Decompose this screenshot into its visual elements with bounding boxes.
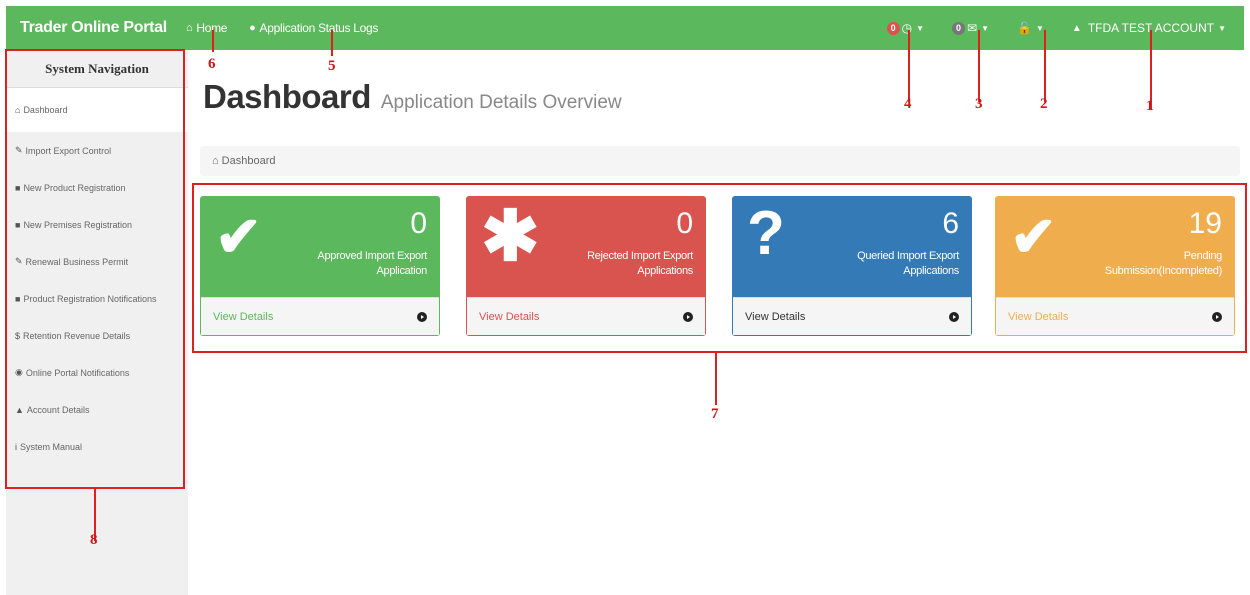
page-subtitle: Application Details Overview xyxy=(380,92,622,113)
folder-icon: ■ xyxy=(15,182,21,193)
account-name: TFDA TEST ACCOUNT xyxy=(1087,21,1215,35)
approved-label: Approved Import Export Application xyxy=(317,250,427,277)
home-icon: ⌂ xyxy=(15,105,21,115)
annotation-label-2: 2 xyxy=(1040,96,1048,112)
sidebar-item-label: Import Export Control xyxy=(25,145,112,156)
sidebar-item-label: Renewal Business Permit xyxy=(25,256,129,267)
view-details-label: View Details xyxy=(213,310,274,323)
pending-label: Pending Submission(Incompleted) xyxy=(1104,250,1223,277)
envelope-icon: ✉ xyxy=(967,21,978,35)
application-status-logs-link[interactable]: ● Application Status Logs xyxy=(249,21,378,35)
sidebar-item-dashboard[interactable]: ⌂ Dashboard xyxy=(6,88,188,132)
status-panels: ✔ 0 Approved Import Export Application V… xyxy=(200,196,1240,336)
account-dropdown[interactable]: ▲ TFDA TEST ACCOUNT ▼ xyxy=(1058,6,1244,50)
pencil-icon: ✎ xyxy=(15,256,23,266)
notifications-dropdown[interactable]: 0 ◷ ▼ xyxy=(873,6,938,50)
page-header: Dashboard Application Details Overview xyxy=(203,78,622,116)
home-link[interactable]: ⌂ Home xyxy=(186,21,227,35)
sidebar-item-label: System Manual xyxy=(20,441,83,452)
approved-panel: ✔ 0 Approved Import Export Application V… xyxy=(200,196,440,336)
arrow-circle-right-icon xyxy=(417,311,427,322)
user-icon: ▲ xyxy=(15,404,24,415)
home-icon: ⌂ xyxy=(186,22,193,34)
sidebar-item-premises-registration[interactable]: ■ New Premises Registration xyxy=(6,206,188,243)
annotation-line-7 xyxy=(715,353,717,405)
chevron-down-icon: ▼ xyxy=(981,23,990,33)
annotation-label-1: 1 xyxy=(1146,98,1154,114)
approved-count: 0 xyxy=(410,207,427,240)
sidebar-item-product-notifications[interactable]: ■ Product Registration Notifications xyxy=(6,280,188,317)
sidebar-item-label: Retention Revenue Details xyxy=(23,330,131,341)
arrow-circle-right-icon xyxy=(683,311,693,322)
folder-icon: ■ xyxy=(15,219,21,230)
user-icon: ▲ xyxy=(1071,22,1082,34)
annotation-label-3: 3 xyxy=(975,96,983,112)
sidebar-item-system-manual[interactable]: i System Manual xyxy=(6,428,188,465)
chevron-down-icon: ▼ xyxy=(916,23,925,33)
pending-count: 19 xyxy=(1188,207,1222,240)
sidebar-item-label: Product Registration Notifications xyxy=(23,293,157,304)
queried-panel: ? 6 Queried Import Export Applications V… xyxy=(732,196,972,336)
queried-count: 6 xyxy=(942,207,959,240)
sidebar-item-label: New Product Registration xyxy=(23,182,126,193)
rejected-panel: ✱ 0 Rejected Import Export Applications … xyxy=(466,196,706,336)
dollar-icon: $ xyxy=(15,330,21,341)
rejected-label: Rejected Import Export Applications xyxy=(587,250,693,277)
check-icon: ✔ xyxy=(1010,205,1057,268)
annotation-label-6: 6 xyxy=(208,56,216,72)
view-details-label: View Details xyxy=(745,310,806,323)
logs-link-label: Application Status Logs xyxy=(259,21,379,35)
sidebar-item-account-details[interactable]: ▲ Account Details xyxy=(6,391,188,428)
sidebar-item-product-registration[interactable]: ■ New Product Registration xyxy=(6,169,188,206)
sidebar-item-portal-notifications[interactable]: ◉ Online Portal Notifications xyxy=(6,354,188,391)
annotation-label-7: 7 xyxy=(711,406,719,422)
sidebar-item-label: New Premises Registration xyxy=(23,219,132,230)
arrow-circle-right-icon xyxy=(1212,311,1222,322)
messages-dropdown[interactable]: 0 ✉ ▼ xyxy=(938,6,1003,50)
annotation-label-4: 4 xyxy=(904,96,912,112)
comments-icon: ● xyxy=(249,22,256,34)
home-link-label: Home xyxy=(196,21,228,35)
breadcrumb: ⌂ Dashboard xyxy=(200,146,1240,176)
breadcrumb-item-dashboard[interactable]: Dashboard xyxy=(222,155,276,167)
check-icon: ✔ xyxy=(215,205,262,268)
sidebar: System Navigation ⌂ Dashboard ✎ Import E… xyxy=(6,50,188,595)
info-icon: i xyxy=(15,441,17,452)
queried-view-details-link[interactable]: View Details xyxy=(733,297,971,335)
brand-title[interactable]: Trader Online Portal xyxy=(6,19,186,37)
sidebar-item-label: Account Details xyxy=(26,404,90,415)
annotation-label-5: 5 xyxy=(328,58,336,74)
pencil-icon: ✎ xyxy=(15,145,23,155)
sidebar-item-label: Online Portal Notifications xyxy=(25,367,130,378)
chevron-down-icon: ▼ xyxy=(1218,23,1226,33)
chevron-down-icon: ▼ xyxy=(1036,23,1044,33)
sidebar-item-label: Dashboard xyxy=(23,105,68,115)
sidebar-item-retention-revenue[interactable]: $ Retention Revenue Details xyxy=(6,317,188,354)
sidebar-item-renewal-permit[interactable]: ✎ Renewal Business Permit xyxy=(6,243,188,280)
queried-label: Queried Import Export Applications xyxy=(857,250,959,277)
rejected-count: 0 xyxy=(676,207,693,240)
globe-icon: ◉ xyxy=(15,367,23,377)
lock-dropdown[interactable]: 🔓 ▼ xyxy=(1003,6,1058,50)
sidebar-item-import-export[interactable]: ✎ Import Export Control xyxy=(6,132,188,169)
notifications-badge: 0 xyxy=(886,21,900,35)
top-navbar: Trader Online Portal ⌂ Home ● Applicatio… xyxy=(6,6,1244,50)
folder-icon: ■ xyxy=(15,293,21,304)
annotation-label-8: 8 xyxy=(90,532,98,548)
question-icon: ? xyxy=(747,199,785,268)
lock-icon: 🔓 xyxy=(1017,21,1032,35)
pending-panel: ✔ 19 Pending Submission(Incompleted) Vie… xyxy=(995,196,1235,336)
asterisk-icon: ✱ xyxy=(481,197,540,275)
home-icon: ⌂ xyxy=(212,155,219,167)
messages-badge: 0 xyxy=(952,21,966,35)
clock-icon: ◷ xyxy=(901,21,913,35)
page-title: Dashboard xyxy=(203,78,371,115)
arrow-circle-right-icon xyxy=(949,311,959,322)
view-details-label: View Details xyxy=(479,310,540,323)
approved-view-details-link[interactable]: View Details xyxy=(201,297,439,335)
view-details-label: View Details xyxy=(1008,310,1069,323)
rejected-view-details-link[interactable]: View Details xyxy=(467,297,705,335)
sidebar-title: System Navigation xyxy=(6,50,188,88)
pending-view-details-link[interactable]: View Details xyxy=(996,297,1234,335)
